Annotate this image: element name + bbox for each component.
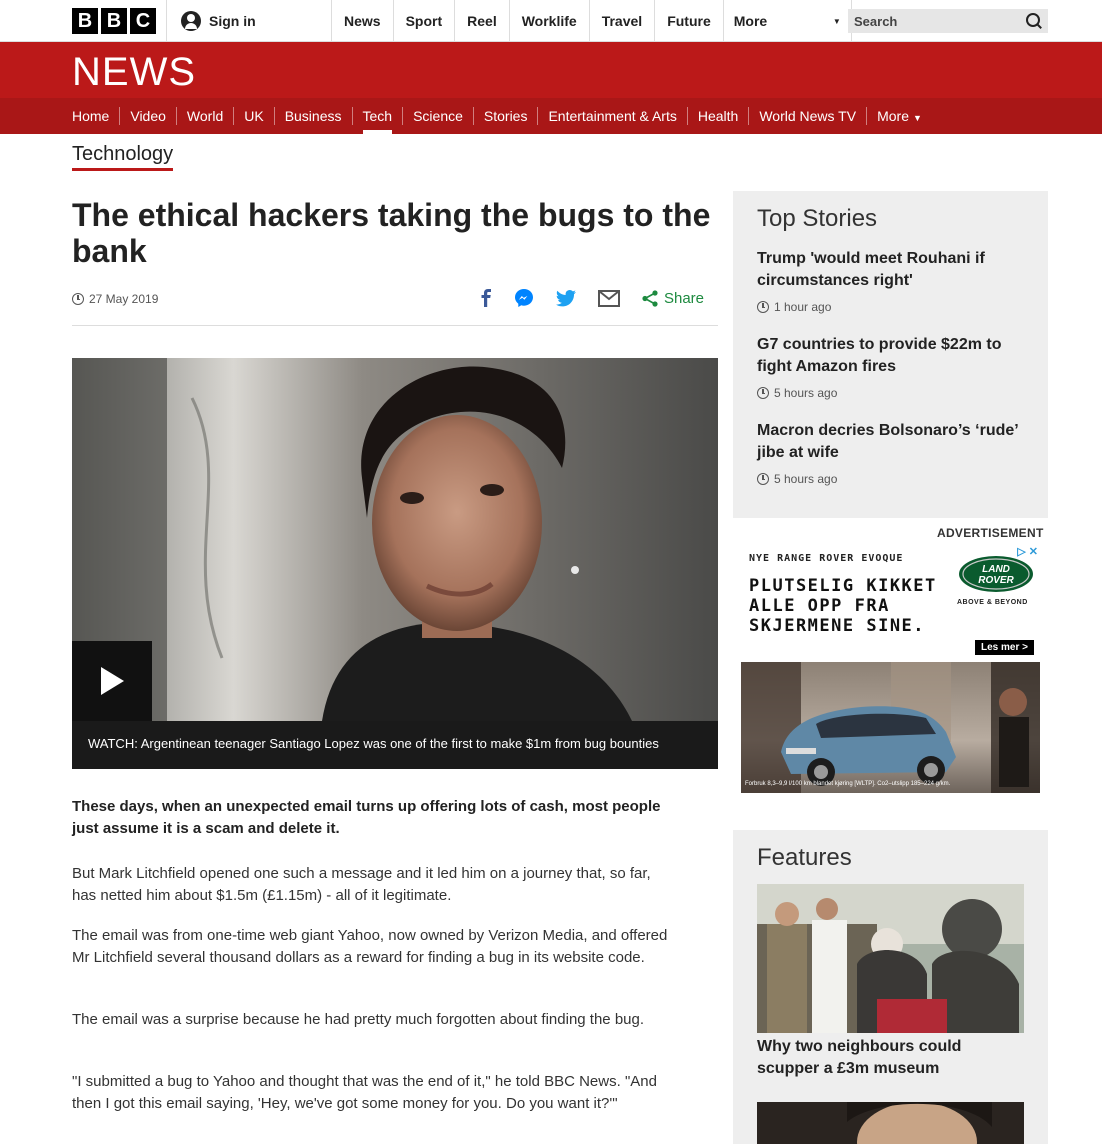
news-masthead: NEWS [0, 42, 1102, 98]
ad-fine-print: Forbruk 8,3–9,9 l/100 km blandet kjøring… [745, 781, 951, 787]
top-stories-title: Top Stories [757, 205, 878, 232]
search-icon[interactable] [1026, 13, 1042, 29]
section-nav-stories[interactable]: Stories [474, 107, 539, 125]
advertisement-label: ADVERTISEMENT [937, 526, 1044, 540]
section-nav-home[interactable]: Home [62, 107, 121, 125]
article-video[interactable]: WATCH: Argentinean teenager Santiago Lop… [72, 358, 718, 769]
advertisement[interactable]: NYE RANGE ROVER EVOQUE PLUTSELIG KIKKET … [741, 545, 1040, 793]
top-story-time-text: 1 hour ago [774, 300, 832, 314]
features-panel: Features Why two neighbours could scuppe… [733, 830, 1048, 1144]
facebook-icon[interactable] [480, 289, 492, 307]
bbc-logo[interactable]: B B C [72, 8, 156, 34]
play-icon [101, 667, 124, 695]
section-nav-world[interactable]: World [177, 107, 235, 125]
section-nav-more[interactable]: More ▼ [867, 107, 932, 125]
section-nav: Home Video World UK Business Tech Scienc… [0, 98, 1102, 134]
global-nav-more[interactable]: More ▼ [724, 0, 852, 42]
user-icon [181, 11, 201, 31]
adchoices-icon[interactable]: ▷ ✕ [1017, 545, 1038, 558]
land-rover-logo: LAND ROVER [959, 556, 1033, 592]
ad-kicker: NYE RANGE ROVER EVOQUE [749, 553, 904, 564]
chevron-down-icon: ▼ [832, 16, 841, 26]
logo-text-land: LAND [982, 564, 1010, 575]
share-icon [642, 289, 658, 307]
top-story-time-text: 5 hours ago [774, 386, 838, 400]
share-label: Share [663, 289, 704, 307]
logo-text-rover: ROVER [978, 575, 1014, 586]
video-caption: WATCH: Argentinean teenager Santiago Lop… [72, 721, 718, 769]
top-story-time: 5 hours ago [757, 472, 1027, 486]
top-story-title[interactable]: Macron decries Bolsonaro’s ‘rude’ jibe a… [757, 420, 1027, 464]
section-nav-health[interactable]: Health [688, 107, 750, 125]
feature-title[interactable]: Why two neighbours could scupper a £3m m… [757, 1036, 1024, 1080]
email-icon[interactable] [597, 289, 620, 307]
section-nav-entertainment[interactable]: Entertainment & Arts [538, 107, 688, 125]
top-story-time-text: 5 hours ago [774, 472, 838, 486]
top-story-title[interactable]: Trump 'would meet Rouhani if circumstanc… [757, 248, 1027, 292]
signin-label: Sign in [209, 13, 256, 29]
bbc-logo-letter: B [72, 8, 98, 34]
clock-icon [757, 301, 769, 313]
share-tools: Share [480, 288, 704, 308]
top-story-item[interactable]: G7 countries to provide $22m to fight Am… [757, 334, 1027, 400]
bbc-logo-letter: C [130, 8, 156, 34]
video-still [72, 358, 718, 721]
bbc-logo-letter: B [101, 8, 127, 34]
search-placeholder: Search [854, 13, 898, 29]
news-wordmark[interactable]: NEWS [72, 50, 196, 95]
top-story-item[interactable]: Trump 'would meet Rouhani if circumstanc… [757, 248, 1027, 314]
top-story-time: 1 hour ago [757, 300, 1027, 314]
global-nav-worklife[interactable]: Worklife [510, 0, 590, 42]
share-button[interactable]: Share [642, 290, 704, 307]
article-intro: These days, when an unexpected email tur… [72, 798, 661, 837]
global-nav-travel[interactable]: Travel [590, 0, 656, 42]
section-nav-science[interactable]: Science [403, 107, 474, 125]
top-story-title[interactable]: G7 countries to provide $22m to fight Am… [757, 334, 1027, 378]
section-nav-world-news-tv[interactable]: World News TV [749, 107, 868, 125]
top-story-item[interactable]: Macron decries Bolsonaro’s ‘rude’ jibe a… [757, 420, 1027, 486]
global-nav: News Sport Reel Worklife Travel Future M… [332, 0, 852, 42]
article-paragraph: The email was from one-time web giant Ya… [72, 927, 668, 966]
chevron-down-icon: ▼ [912, 113, 922, 123]
section-nav-business[interactable]: Business [275, 107, 353, 125]
section-nav-uk[interactable]: UK [234, 107, 275, 125]
article-date: 27 May 2019 [72, 292, 158, 306]
global-nav-more-label: More [733, 13, 768, 29]
global-nav-news[interactable]: News [332, 0, 394, 42]
feature-image[interactable] [757, 1102, 1024, 1144]
section-nav-more-label: More [877, 108, 909, 124]
search-input[interactable]: Search [848, 9, 1048, 33]
twitter-icon[interactable] [555, 289, 576, 307]
ad-car-photo [741, 662, 1040, 793]
article-headline: The ethical hackers taking the bugs to t… [72, 197, 711, 269]
signin-link[interactable]: Sign in [166, 0, 332, 42]
section-title[interactable]: Technology [72, 143, 174, 171]
article-paragraph: The email was a surprise because he had … [72, 1011, 645, 1028]
ad-headline: PLUTSELIG KIKKET ALLE OPP FRA SKJERMENE … [749, 576, 937, 636]
global-nav-reel[interactable]: Reel [455, 0, 510, 42]
features-title: Features [757, 844, 852, 871]
section-nav-tech[interactable]: Tech [353, 107, 404, 134]
ad-banner-top: NYE RANGE ROVER EVOQUE PLUTSELIG KIKKET … [741, 545, 1040, 662]
top-story-time: 5 hours ago [757, 386, 1027, 400]
ad-cta-button[interactable]: Les mer > [975, 640, 1034, 655]
feature-image[interactable] [757, 884, 1024, 1033]
ad-tagline: ABOVE & BEYOND [957, 599, 1028, 606]
global-header: B B C Sign in News Sport Reel Worklife T… [0, 0, 1102, 42]
clock-icon [757, 387, 769, 399]
global-nav-sport[interactable]: Sport [394, 0, 456, 42]
section-nav-video[interactable]: Video [120, 107, 177, 125]
article-meta: 27 May 2019 Share [72, 288, 718, 326]
global-nav-future[interactable]: Future [655, 0, 724, 42]
article-date-text: 27 May 2019 [89, 292, 159, 306]
messenger-icon[interactable] [514, 288, 534, 308]
top-stories: Top Stories Trump 'would meet Rouhani if… [733, 191, 1048, 518]
article-paragraph: But Mark Litchfield opened one such a me… [72, 865, 651, 904]
clock-icon [72, 293, 84, 305]
clock-icon [757, 473, 769, 485]
article-paragraph: "I submitted a bug to Yahoo and thought … [72, 1073, 657, 1112]
play-button[interactable] [72, 641, 152, 721]
